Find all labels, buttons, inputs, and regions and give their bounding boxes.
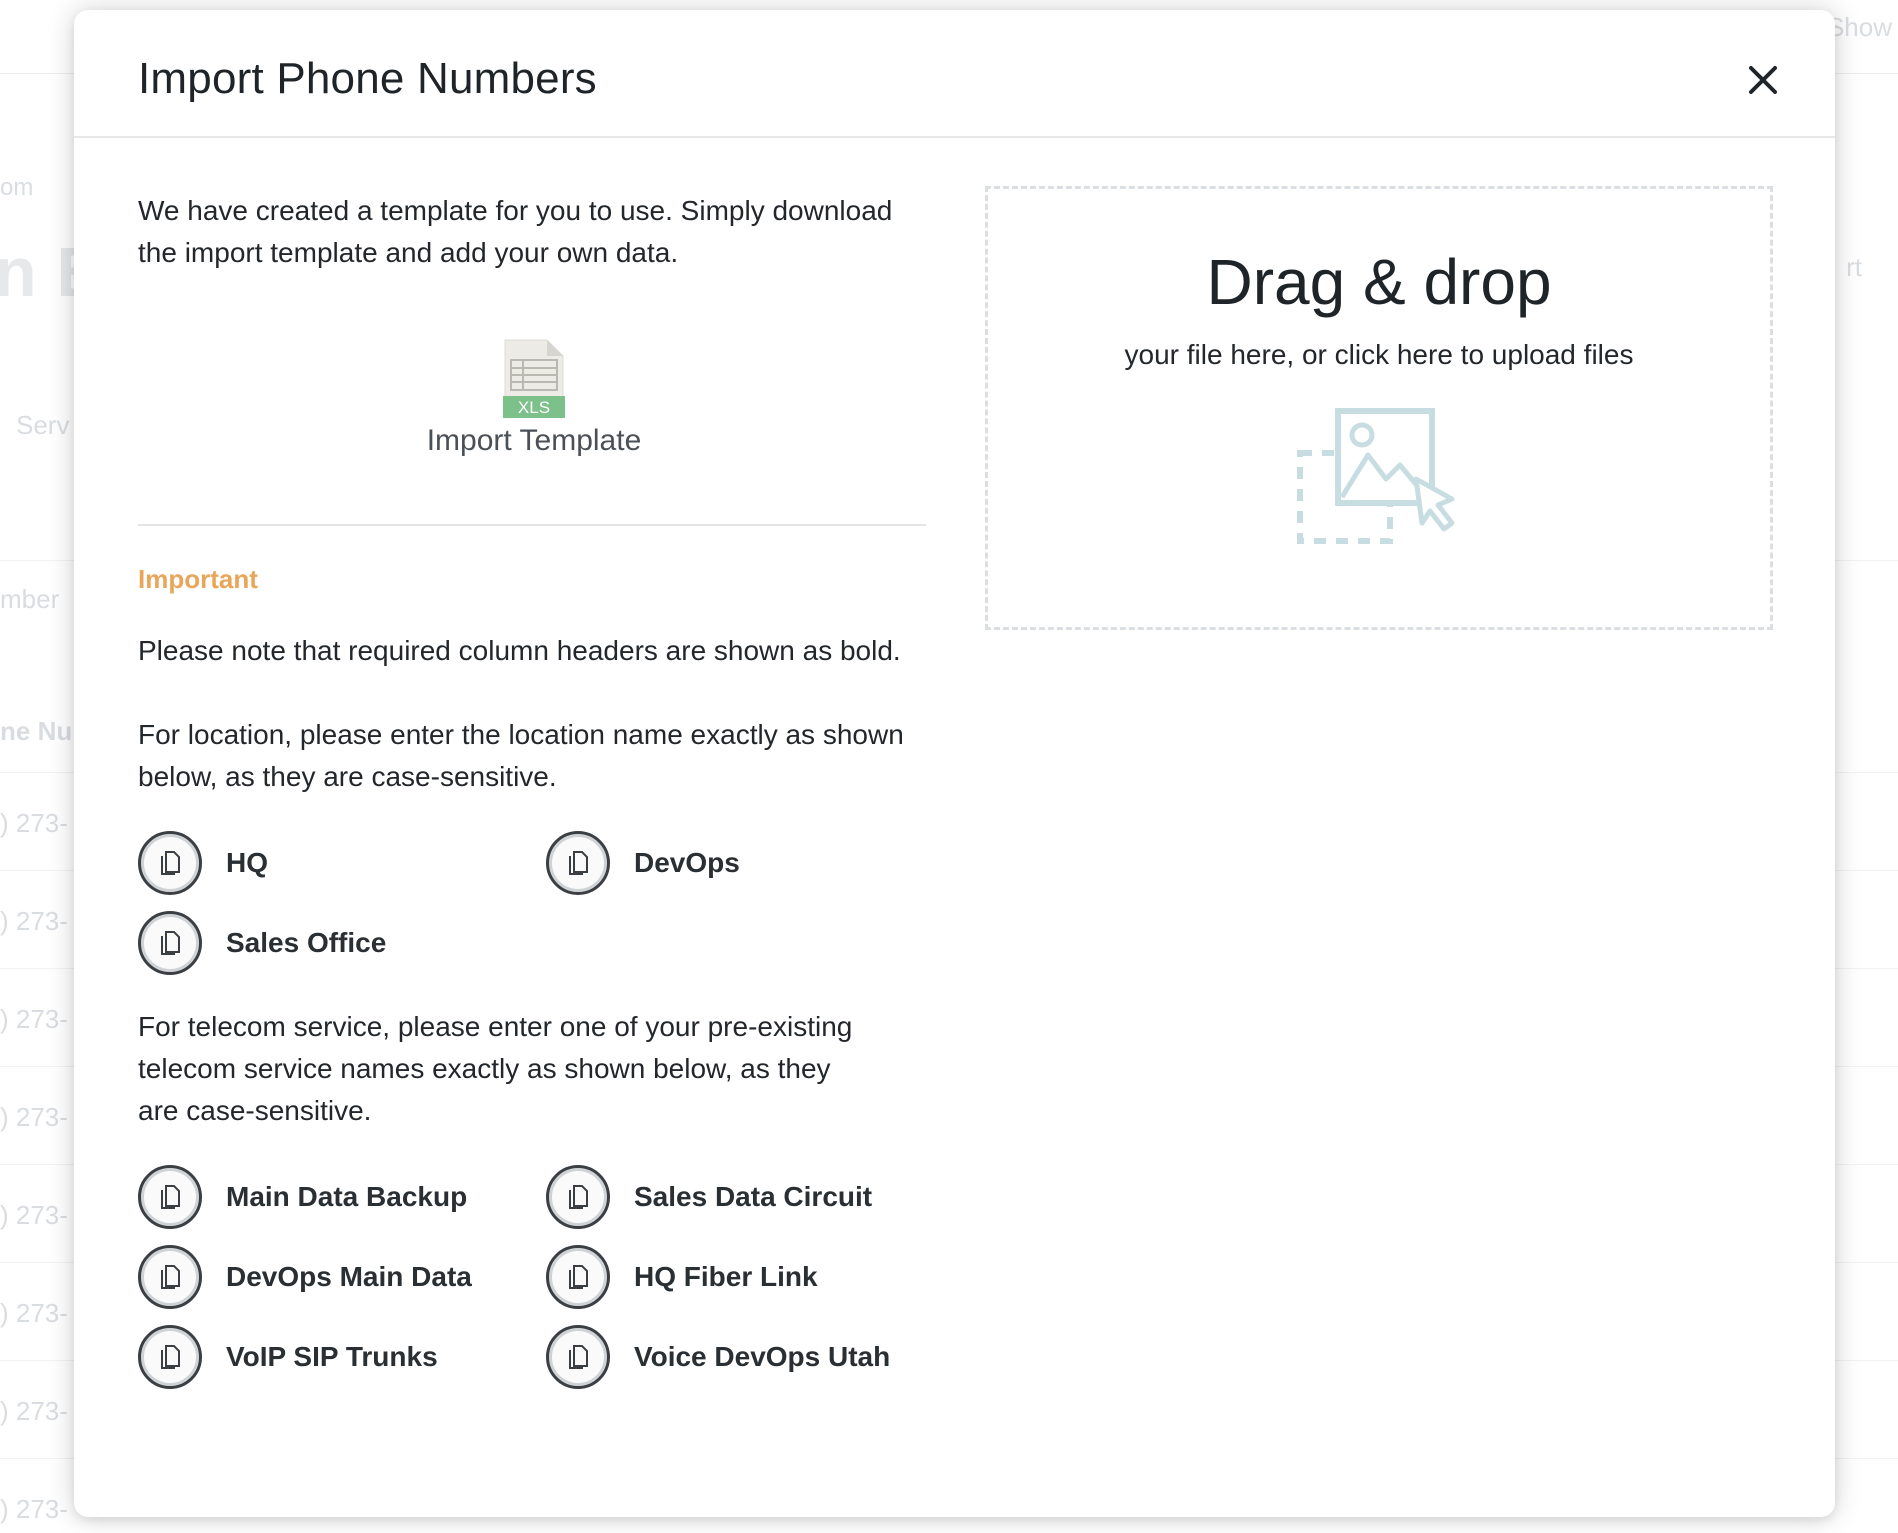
background-row-number: ) 273-	[0, 1004, 68, 1034]
telecom-service-label: Voice DevOps Utah	[634, 1341, 891, 1372]
background-right-link: rt	[1846, 252, 1862, 282]
telecom-chip-devops-main-data[interactable]: DevOps Main Data	[138, 1244, 472, 1310]
location-note: For location, please enter the location …	[138, 719, 904, 792]
background-services-label: Serv	[16, 410, 70, 440]
xls-badge: XLS	[518, 398, 550, 417]
location-chip-hq[interactable]: HQ	[138, 830, 268, 896]
file-dropzone[interactable]: Drag & drop your file here, or click her…	[985, 186, 1773, 630]
upload-image-icon	[1297, 408, 1455, 544]
close-button[interactable]	[1743, 60, 1783, 100]
important-heading: Important	[138, 564, 258, 594]
background-row-number: ) 273-	[0, 906, 68, 936]
location-label: DevOps	[634, 847, 740, 878]
modal-title: Import Phone Numbers	[138, 54, 597, 103]
background-breadcrumb: om	[0, 174, 34, 201]
telecom-chip-hq-fiber-link[interactable]: HQ Fiber Link	[546, 1244, 818, 1310]
background-row-number: ) 273-	[0, 1298, 68, 1328]
background-row-number: ) 273-	[0, 1200, 68, 1230]
location-label: Sales Office	[226, 927, 387, 958]
copy-icon	[546, 1245, 610, 1309]
telecom-service-label: DevOps Main Data	[226, 1261, 472, 1292]
telecom-chip-main-data-backup[interactable]: Main Data Backup	[138, 1164, 467, 1230]
background-row-number: ) 273-	[0, 1396, 68, 1426]
telecom-chip-voip-sip-trunks[interactable]: VoIP SIP Trunks	[138, 1324, 438, 1390]
intro-text: We have created a template for you to us…	[138, 195, 893, 268]
background-show-link: Show	[1826, 12, 1892, 42]
background-column-header: ne Nu	[0, 716, 73, 746]
copy-icon	[138, 1245, 202, 1309]
telecom-service-label: Main Data Backup	[226, 1181, 468, 1212]
copy-icon	[546, 1165, 610, 1229]
close-icon	[1749, 66, 1777, 94]
background-row-number: ) 273-	[0, 1102, 68, 1132]
dropzone-subtitle: your file here, or click here to upload …	[1124, 339, 1634, 370]
instructions-column: We have created a template for you to us…	[138, 190, 926, 1389]
import-phone-numbers-modal: Import Phone Numbers We have created a t…	[74, 10, 1835, 1517]
location-chip-devops[interactable]: DevOps	[546, 830, 740, 896]
location-chip-sales-office[interactable]: Sales Office	[138, 910, 386, 976]
import-template-download[interactable]: XLS Import Template	[414, 338, 654, 458]
section-divider	[138, 524, 926, 526]
location-label: HQ	[226, 847, 268, 878]
import-template-label: Import Template	[426, 424, 642, 457]
copy-icon	[138, 831, 202, 895]
telecom-service-label: HQ Fiber Link	[634, 1261, 818, 1292]
copy-icon	[546, 1325, 610, 1389]
background-row-number: ) 273-	[0, 808, 68, 838]
telecom-chip-voice-devops-utah[interactable]: Voice DevOps Utah	[546, 1324, 890, 1390]
copy-icon	[138, 1165, 202, 1229]
telecom-chip-sales-data-circuit[interactable]: Sales Data Circuit	[546, 1164, 872, 1230]
telecom-service-label: Sales Data Circuit	[634, 1181, 873, 1212]
telecom-service-label: VoIP SIP Trunks	[226, 1341, 438, 1372]
bold-headers-note: Please note that required column headers…	[138, 635, 901, 666]
background-row-number: ) 273-	[0, 1494, 68, 1524]
background-numbers-label: mber	[0, 584, 60, 614]
copy-icon	[138, 911, 202, 975]
copy-icon	[546, 831, 610, 895]
dropzone-title: Drag & drop	[1206, 246, 1552, 318]
modal-header: Import Phone Numbers	[74, 10, 1835, 138]
xls-file-icon: XLS	[503, 339, 565, 418]
copy-icon	[138, 1325, 202, 1389]
telecom-note: For telecom service, please enter one of…	[138, 1011, 853, 1126]
